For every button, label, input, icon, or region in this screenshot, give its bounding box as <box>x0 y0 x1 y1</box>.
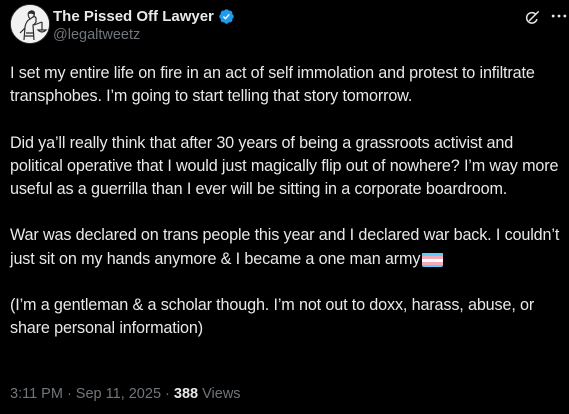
transgender-flag-icon <box>422 252 444 267</box>
timestamp-link[interactable]: 3:11 PM · Sep 11, 2025 <box>10 386 161 402</box>
views-count[interactable]: 388 <box>174 386 198 402</box>
tweet-paragraph-2: Did ya’ll really think that after 30 yea… <box>10 133 559 198</box>
avatar[interactable] <box>10 4 50 44</box>
tweet-paragraph-3: War was declared on trans people this ye… <box>10 224 569 270</box>
author-names: The Pissed Off Lawyer @legaltweetz <box>53 5 235 43</box>
meta-separator: · <box>161 386 174 402</box>
tweet-post: The Pissed Off Lawyer @legaltweetz I set… <box>0 0 569 414</box>
more-options-icon[interactable] <box>549 6 569 26</box>
views-label: Views <box>198 386 241 402</box>
tweet-body: I set my entire life on fire in an act o… <box>10 62 569 340</box>
tweet-paragraph-4: (I’m a gentleman & a scholar though. I’m… <box>10 295 535 338</box>
verified-badge-icon[interactable] <box>218 8 235 25</box>
tweet-paragraph-3-text: War was declared on trans people this ye… <box>10 226 560 268</box>
tweet-header: The Pissed Off Lawyer @legaltweetz <box>10 3 567 47</box>
justice-statue-icon <box>11 5 49 43</box>
grok-icon[interactable] <box>522 8 542 28</box>
author-handle[interactable]: @legaltweetz <box>53 27 235 43</box>
tweet-paragraph-1: I set my entire life on fire in an act o… <box>10 64 535 106</box>
tweet-meta: 3:11 PM · Sep 11, 2025 · 388 Views <box>10 386 241 402</box>
author-display-name[interactable]: The Pissed Off Lawyer <box>53 8 214 25</box>
display-name-row: The Pissed Off Lawyer <box>53 5 235 27</box>
